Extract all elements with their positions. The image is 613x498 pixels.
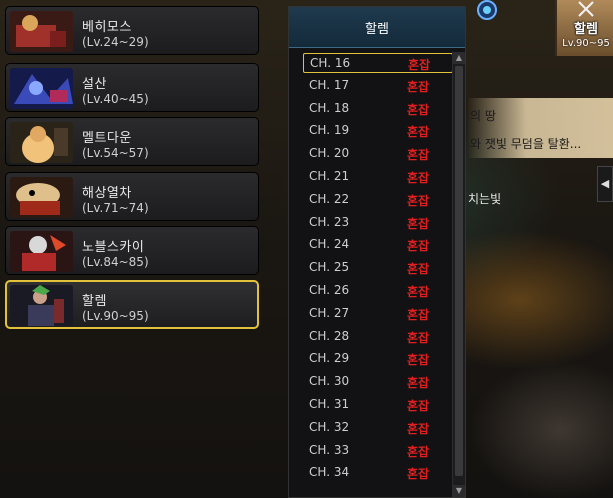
channel-panel: 할렘 CH. 16 혼잡 CH. 17 혼잡 CH. 18 혼잡 CH. 19 혼잡 CH. 2… [288,6,466,498]
quest-line-3: 치는빛 [468,192,502,206]
dungeon-level: (Lv.71~74) [82,201,149,215]
channel-status: 혼잡 [407,216,430,231]
snow-mountain-icon [10,68,73,109]
channel-name: CH. 19 [309,123,350,138]
channel-status: 혼잡 [407,399,430,413]
channel-name: CH. 33 [309,442,350,457]
channel-row[interactable]: CH. 17 혼잡 [303,76,453,96]
harlem-icon [10,285,73,326]
channel-name: CH. 31 [309,397,350,411]
channel-status: 혼잡 [407,262,430,277]
channel-row[interactable]: CH. 16 혼잡 [303,53,453,73]
noble-sky-icon [10,231,73,272]
channel-status: 혼잡 [407,444,430,459]
channel-row[interactable]: CH. 19 혼잡 [303,121,453,141]
channel-row[interactable]: CH. 22 혼잡 [303,190,453,210]
channel-status: 혼잡 [407,79,430,94]
channel-status: 혼잡 [407,467,430,482]
blue-orb-icon[interactable] [472,0,502,24]
channel-status: 혼잡 [407,148,430,163]
dungeon-name: 할렘 [82,294,107,309]
dungeon-name: 베히모스 [82,20,132,35]
channel-name: CH. 34 [309,465,350,480]
channel-row[interactable]: CH. 23 혼잡 [303,213,453,233]
quest-line-1: 의 땅 [470,109,496,123]
channel-status: 혼잡 [407,376,430,391]
channel-row[interactable]: CH. 20 혼잡 [303,144,453,164]
dungeon-level: (Lv.54~57) [82,146,149,160]
channel-status: 혼잡 [407,193,430,208]
channel-name: CH. 26 [309,283,350,297]
channel-status: 혼잡 [407,353,430,368]
channel-name: CH. 24 [309,237,350,252]
channel-status: 혼잡 [407,102,430,117]
meltdown-icon [10,122,73,163]
channel-name: CH. 17 [309,77,350,92]
channel-row[interactable]: CH. 26 혼잡 [303,281,453,301]
channel-row[interactable]: CH. 34 혼잡 [303,463,453,483]
channel-row[interactable]: CH. 31 혼잡 [303,395,453,415]
channel-name: CH. 32 [309,419,350,434]
channel-scrollbar[interactable]: ▲ ▼ [452,52,465,497]
channel-row[interactable]: CH. 30 혼잡 [303,372,453,392]
dungeon-name: 설산 [82,77,107,92]
channel-name: CH. 22 [309,191,350,206]
map-badge-level: Lv.90~95 [562,38,610,49]
channel-name: CH. 20 [309,146,350,161]
dungeon-level: (Lv.84~85) [82,255,149,269]
channel-row[interactable]: CH. 32 혼잡 [303,418,453,438]
dungeon-item-snow-mountain[interactable]: 설산 (Lv.40~45) [5,63,259,112]
channel-row[interactable]: CH. 24 혼잡 [303,235,453,255]
channel-status: 혼잡 [407,125,430,140]
crossed-swords-icon [578,1,594,17]
dungeon-level: (Lv.90~95) [82,309,149,323]
channel-name: CH. 30 [309,374,350,389]
map-badge[interactable]: 할렘 Lv.90~95 [555,0,613,56]
channel-status: 혼잡 [407,307,430,322]
channel-row[interactable]: CH. 29 혼잡 [303,349,453,369]
map-badge-name: 할렘 [574,22,598,37]
channel-name: CH. 21 [309,169,350,183]
channel-row[interactable]: CH. 21 혼잡 [303,167,453,187]
channel-row[interactable]: CH. 18 혼잡 [303,99,453,119]
dungeon-name: 멜트다운 [82,131,132,146]
channel-name: CH. 27 [309,305,350,320]
channel-row[interactable]: CH. 27 혼잡 [303,304,453,324]
arrow-left-icon[interactable]: ◀ [597,166,613,202]
channel-panel-title: 할렘 [365,22,389,37]
dungeon-level: (Lv.40~45) [82,92,149,106]
channel-status: 혼잡 [407,330,430,345]
channel-name: CH. 16 [310,56,351,70]
behemoth-icon [10,11,73,52]
channel-panel-header: 할렘 [289,7,465,48]
dungeon-item-meltdown[interactable]: 멜트다운 (Lv.54~57) [5,117,259,166]
dungeon-level: (Lv.24~29) [82,35,149,49]
channel-row[interactable]: CH. 28 혼잡 [303,327,453,347]
dungeon-item-harlem[interactable]: 할렘 (Lv.90~95) [5,280,259,329]
channel-name: CH. 28 [309,328,350,343]
dungeon-name: 노블스카이 [82,240,145,255]
channel-name: CH. 29 [309,351,350,366]
channel-row[interactable]: CH. 25 혼잡 [303,258,453,278]
dungeon-item-sea-train[interactable]: 해상열차 (Lv.71~74) [5,172,259,221]
sea-train-icon [10,177,73,218]
channel-name: CH. 25 [309,260,350,275]
channel-status: 혼잡 [407,239,430,254]
channel-name: CH. 18 [309,100,350,115]
scroll-thumb[interactable] [455,66,463,476]
dungeon-item-behemoth[interactable]: 베히모스 (Lv.24~29) [5,6,259,55]
scroll-up-icon[interactable]: ▲ [453,52,465,64]
channel-status: 혼잡 [407,285,430,299]
scroll-down-icon[interactable]: ▼ [453,485,465,497]
channel-status: 혼잡 [407,421,430,436]
dungeon-name: 해상열차 [82,186,132,201]
channel-status: 혼잡 [407,171,430,185]
quest-line-2[interactable]: 와 잿빛 무덤을 탈환... [470,135,581,152]
channel-status: 혼잡 [408,58,431,72]
channel-name: CH. 23 [309,214,350,229]
dungeon-item-noble-sky[interactable]: 노블스카이 (Lv.84~85) [5,226,259,275]
channel-row[interactable]: CH. 33 혼잡 [303,441,453,461]
